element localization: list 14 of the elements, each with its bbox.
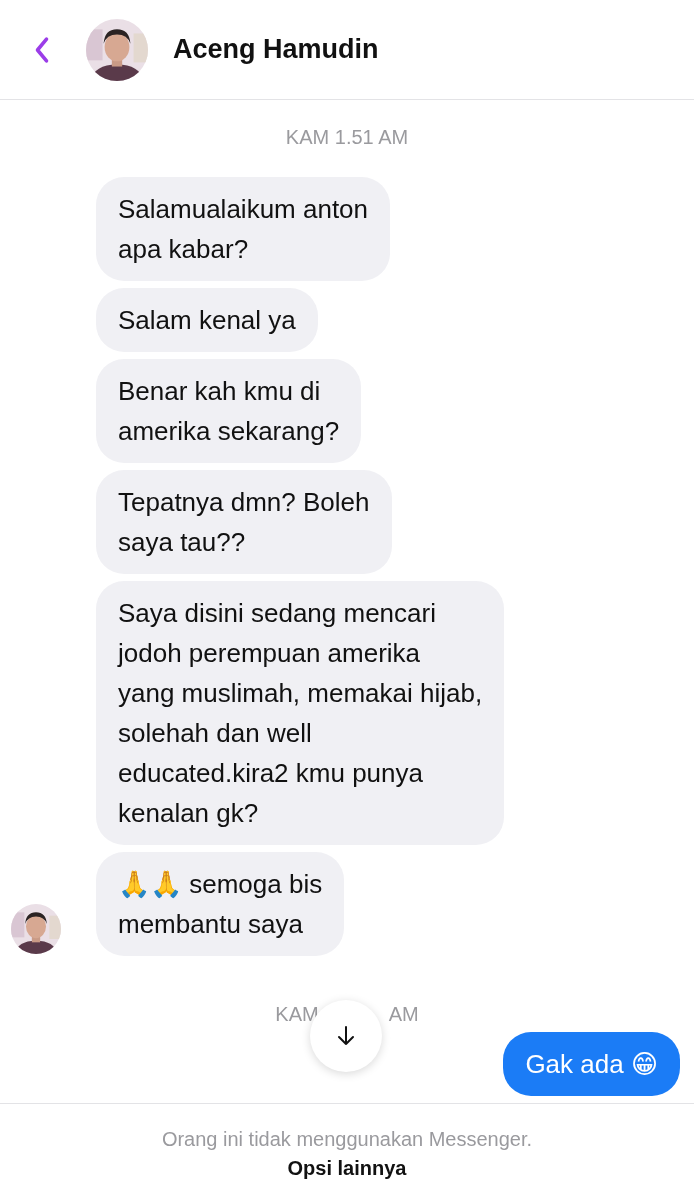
message-bubble: Benar kah kmu di amerika sekarang?: [96, 359, 362, 463]
message-bubble: Gak ada 😁: [503, 1032, 680, 1096]
message-bubble: Salam kenal ya: [96, 288, 318, 352]
timestamp: KAM 1.51 AM: [285, 126, 409, 149]
message-bubble: Saya disini sedang mencari jodoh perempuan amerika yang muslimah, memakai hijab, solehah dan well educated.kira2 kmu punya kenalan gk?: [96, 581, 505, 845]
timestamp: KAM: [275, 1003, 319, 1026]
message-bubble: 🙏🙏 semoga bis membantu saya: [96, 852, 345, 956]
more-options-link[interactable]: Opsi lainnya: [287, 1157, 407, 1180]
contact-name[interactable]: Aceng Hamudin: [173, 34, 379, 65]
timestamp: AM: [388, 1003, 419, 1026]
message-bubble: Salamualaikum anton apa kabar?: [96, 177, 391, 281]
back-button[interactable]: [33, 35, 51, 64]
message-bubble: Tepatnya dmn? Boleh saya tau??: [96, 470, 392, 574]
notice-text: Orang ini tidak menggunakan Messenger.: [161, 1128, 533, 1151]
